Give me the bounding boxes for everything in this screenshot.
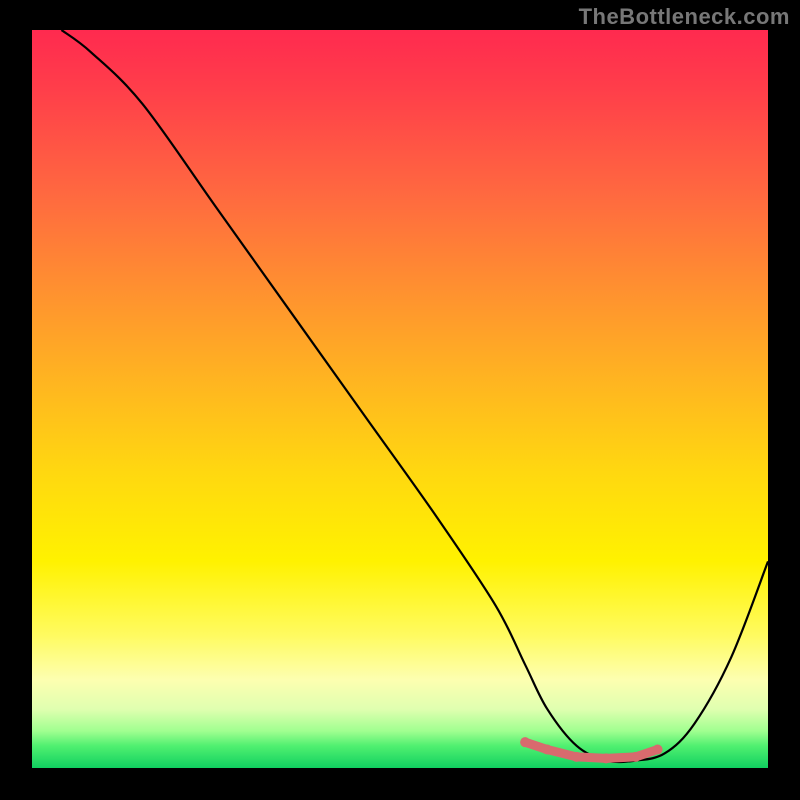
marker-dot	[601, 753, 611, 763]
marker-dot	[653, 745, 663, 755]
watermark-text: TheBottleneck.com	[579, 4, 790, 30]
marker-dot	[572, 752, 582, 762]
bottleneck-curve	[61, 30, 768, 762]
plot-area	[32, 30, 768, 768]
marker-dot	[520, 737, 530, 747]
flat-region-markers	[520, 737, 662, 763]
marker-dot	[631, 752, 641, 762]
marker-dot	[542, 745, 552, 755]
chart-svg	[32, 30, 768, 768]
chart-container: TheBottleneck.com	[0, 0, 800, 800]
